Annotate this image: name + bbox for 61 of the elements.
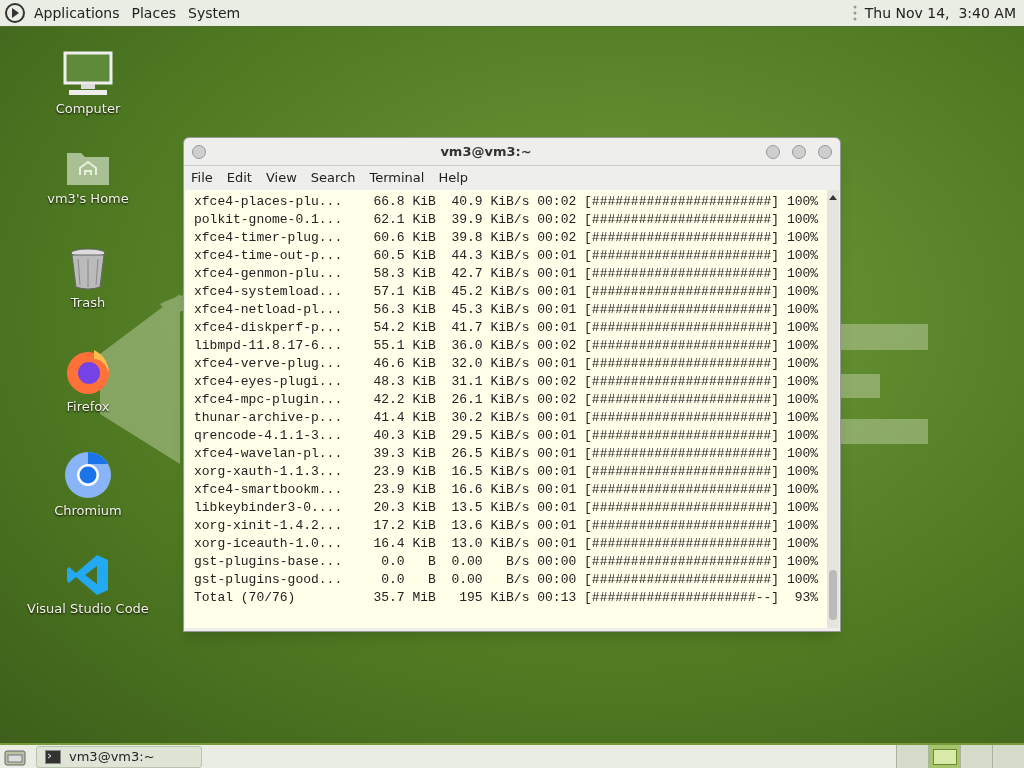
terminal-line: xfce4-eyes-plugi... 48.3 KiB 31.1 KiB/s 00:02 [#######################] 100% [194,373,820,391]
clock[interactable]: Thu Nov 14, 3:40 AM [864,2,1020,24]
monitor-icon[interactable] [63,51,113,97]
terminal-line: xfce4-systemload... 57.1 KiB 45.2 KiB/s 00:01 [#######################] 100% [194,283,820,301]
terminal-line: xorg-xinit-1.4.2... 17.2 KiB 13.6 KiB/s 00:01 [#######################] 100% [194,517,820,535]
taskbar-button[interactable]: vm3@vm3:~ [36,745,202,768]
distro-logo-icon[interactable] [4,2,26,24]
terminal-line: xfce4-timer-plug... 60.6 KiB 39.8 KiB/s 00:02 [#######################] 100% [194,229,820,247]
terminal-line: xorg-iceauth-1.0... 16.4 KiB 13.0 KiB/s 00:01 [#######################] 100% [194,535,820,553]
icon-label[interactable]: Firefox [66,397,110,417]
handle-icon [852,4,857,22]
terminal-line: xfce4-diskperf-p... 54.2 KiB 41.7 KiB/s 00:01 [#######################] 100% [194,319,820,337]
terminal-line: qrencode-4.1.1-3... 40.3 KiB 29.5 KiB/s 00:01 [#######################] 100% [194,427,820,445]
maximize-button[interactable] [792,144,806,159]
fox-globe-icon[interactable] [64,347,112,395]
scrollbar[interactable] [827,190,839,628]
terminal-line: libmpd-11.8.17-6... 55.1 KiB 36.0 KiB/s 00:02 [#######################] 100% [194,337,820,355]
terminal-line: gst-plugins-base... 0.0 B 0.00 B/s 00:00 [#######################] 100% [194,553,820,571]
terminal-line: xfce4-genmon-plu... 58.3 KiB 42.7 KiB/s 00:01 [#######################] 100% [194,265,820,283]
icon-label[interactable]: Computer [55,99,121,119]
terminal-icon [45,749,61,764]
panel-menu[interactable]: Places [127,2,181,24]
scrollbar-thumb[interactable] [829,570,837,620]
terminal-line: xfce4-verve-plug... 46.6 KiB 32.0 KiB/s 00:01 [#######################] 100% [194,355,820,373]
icon-label[interactable]: Chromium [54,501,122,521]
terminal-line: libkeybinder3-0.... 20.3 KiB 13.5 KiB/s 00:01 [#######################] 100% [194,499,820,517]
workspace-switcher[interactable] [896,745,928,768]
trash-icon[interactable] [68,247,108,291]
menu-item[interactable]: Edit [226,168,252,188]
minimize-button[interactable] [766,144,780,159]
terminal-line: gst-plugins-good... 0.0 B 0.00 B/s 00:00 [#######################] 100% [194,571,820,589]
terminal-line: xfce4-mpc-plugin... 42.2 KiB 26.1 KiB/s 00:02 [#######################] 100% [194,391,820,409]
scroll-up-icon[interactable] [829,194,837,202]
terminal-line: xfce4-places-plu... 66.8 KiB 40.9 KiB/s 00:02 [#######################] 100% [194,193,820,211]
icon-label[interactable]: Trash [70,293,106,313]
terminal-line: xfce4-smartbookm... 23.9 KiB 16.6 KiB/s 00:01 [#######################] 100% [194,481,820,499]
terminal-line: Total (70/76) 35.7 MiB 195 KiB/s 00:13 [#####################--] 93% [194,589,820,607]
menu-item[interactable]: View [265,168,297,188]
terminal-line: xfce4-netload-pl... 56.3 KiB 45.3 KiB/s 00:01 [#######################] 100% [194,301,820,319]
terminal-line: xfce4-time-out-p... 60.5 KiB 44.3 KiB/s 00:01 [#######################] 100% [194,247,820,265]
menu-item[interactable]: Help [438,168,469,188]
menu-item[interactable]: Terminal [369,168,425,188]
workspace-switcher[interactable] [992,745,1024,768]
terminal-line: xorg-xauth-1.1.3... 23.9 KiB 16.5 KiB/s 00:01 [#######################] 100% [194,463,820,481]
panel-menu[interactable]: System [184,2,245,24]
workspace-switcher[interactable] [928,745,960,768]
window-menu-button[interactable] [192,144,206,159]
chromium-logo-icon[interactable] [64,451,112,499]
terminal-line: thunar-archive-p... 41.4 KiB 30.2 KiB/s 00:01 [#######################] 100% [194,409,820,427]
window-title: vm3@vm3:~ [439,142,533,161]
show-desktop-icon[interactable] [4,747,26,766]
terminal-line: xfce4-wavelan-pl... 39.3 KiB 26.5 KiB/s 00:01 [#######################] 100% [194,445,820,463]
menu-item[interactable]: Search [310,168,356,188]
workspace-switcher[interactable] [960,745,992,768]
icon-label[interactable]: vm3's Home [47,189,129,209]
menu-item[interactable]: File [191,168,213,188]
icon-label[interactable]: Visual Studio Code [27,599,149,619]
panel-menu[interactable]: Applications [30,2,124,24]
terminal-line: polkit-gnome-0.1... 62.1 KiB 39.9 KiB/s 00:02 [#######################] 100% [194,211,820,229]
close-button[interactable] [818,144,832,159]
code-editor-logo-icon[interactable] [66,553,110,597]
